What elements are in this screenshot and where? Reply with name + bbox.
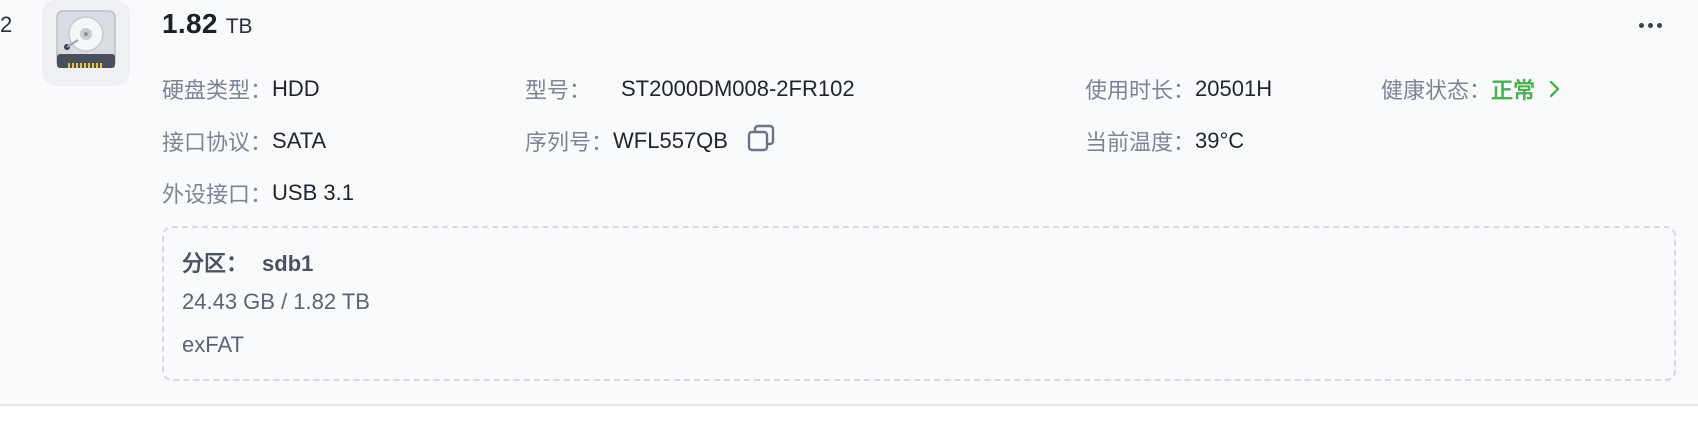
partition-filesystem: exFAT (182, 332, 244, 357)
copy-icon[interactable] (746, 123, 776, 159)
partition-card: 分区： sdb1 24.43 GB / 1.82 TB exFAT (162, 226, 1676, 381)
usage-time-value: 20501H (1195, 76, 1273, 101)
hard-disk-icon (42, 0, 130, 86)
disk-type-value: HDD (272, 76, 320, 101)
field-health: 健康状态： 正常 (1381, 74, 1565, 104)
partition-usage: 24.43 GB / 1.82 TB (182, 289, 370, 314)
field-external-port: 外设接口： USB 3.1 (162, 178, 354, 208)
model-label: 型号： (525, 78, 592, 103)
interface-label: 接口协议： (162, 130, 273, 155)
disk-index: 2 (0, 12, 13, 37)
chevron-right-icon (1549, 80, 1560, 98)
partition-name: sdb1 (262, 251, 314, 276)
interface-value: SATA (272, 128, 327, 153)
capacity-unit: TB (225, 15, 253, 38)
health-value: 正常 (1491, 78, 1536, 103)
partition-label: 分区： (182, 251, 249, 276)
external-port-label: 外设接口： (162, 182, 273, 207)
serial-value: WFL557QB (613, 128, 728, 153)
more-options-button[interactable] (1630, 12, 1670, 38)
partition-title: 分区： sdb1 (182, 246, 313, 278)
field-disk-type: 硬盘类型： HDD (162, 74, 320, 104)
health-status-link[interactable]: 正常 (1491, 73, 1565, 105)
temperature-value: 39°C (1195, 128, 1245, 153)
field-usage-time: 使用时长： 20501H (1085, 74, 1272, 104)
field-temperature: 当前温度： 39°C (1085, 126, 1244, 156)
field-interface: 接口协议： SATA (162, 126, 326, 156)
capacity-value: 1.82 (162, 8, 218, 39)
health-label: 健康状态： (1381, 78, 1492, 103)
more-horizontal-icon (1638, 22, 1644, 28)
external-port-value: USB 3.1 (272, 180, 354, 205)
field-model: 型号： ST2000DM008-2FR102 (525, 74, 855, 104)
temperature-label: 当前温度： (1085, 130, 1196, 155)
usage-time-label: 使用时长： (1085, 78, 1196, 103)
field-serial: 序列号： WFL557QB (525, 123, 776, 159)
model-value: ST2000DM008-2FR102 (621, 76, 855, 101)
disk-card: 2 1.82 TB 硬盘类型： HDD 型号： ST2000DM008-2FR1… (0, 0, 1698, 406)
disk-type-label: 硬盘类型： (162, 78, 273, 103)
serial-label: 序列号： (525, 130, 614, 155)
disk-capacity: 1.82 TB (162, 8, 253, 40)
